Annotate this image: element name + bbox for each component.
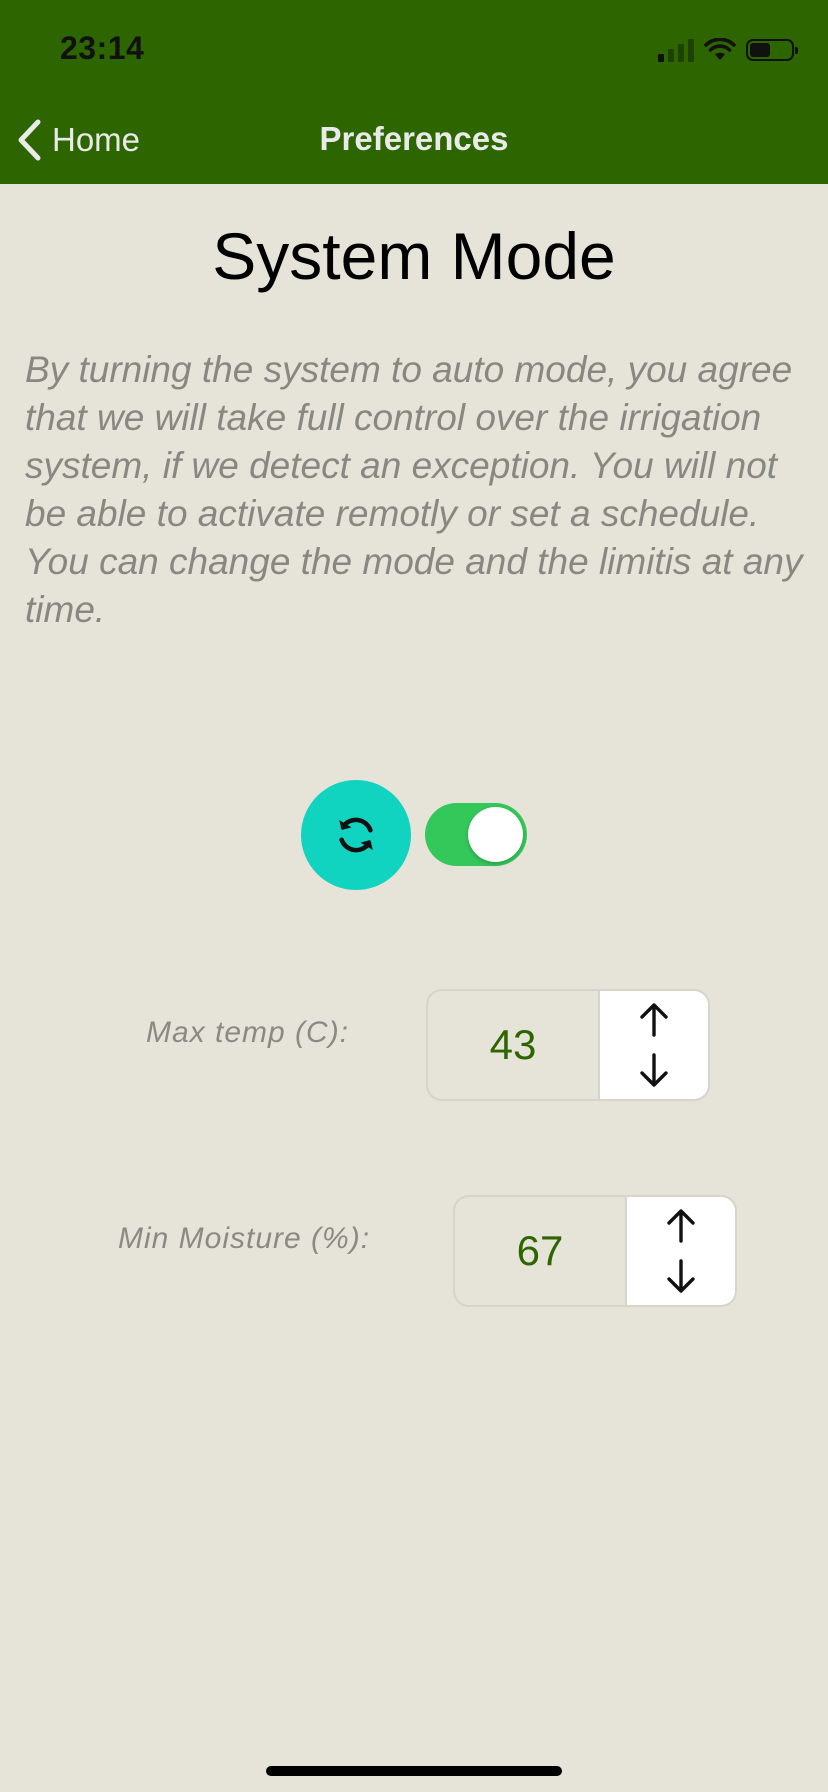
max-temp-label: Max temp (C):	[146, 1016, 350, 1049]
max-temp-increment-button[interactable]	[624, 998, 684, 1042]
min-moisture-value[interactable]: 67	[455, 1197, 627, 1305]
max-temp-value[interactable]: 43	[428, 991, 600, 1099]
wifi-icon	[704, 38, 736, 60]
toggle-knob	[468, 807, 523, 862]
app-header: 23:14 Home Preferences	[0, 0, 828, 184]
cellular-signal-icon	[658, 38, 694, 62]
mode-description: By turning the system to auto mode, you …	[25, 349, 803, 630]
nav-title: Preferences	[319, 120, 509, 157]
page-title: System Mode	[212, 219, 616, 293]
max-temp-decrement-button[interactable]	[624, 1048, 684, 1092]
home-indicator[interactable]	[266, 1766, 562, 1776]
min-moisture-increment-button[interactable]	[651, 1204, 711, 1248]
min-moisture-arrows	[627, 1197, 735, 1305]
status-time: 23:14	[60, 30, 145, 66]
min-moisture-stepper: 67	[453, 1195, 737, 1307]
battery-level-fill	[750, 43, 770, 57]
min-moisture-decrement-button[interactable]	[651, 1254, 711, 1298]
arrow-down-icon	[667, 1259, 695, 1294]
arrow-up-icon	[640, 1002, 668, 1037]
auto-mode-toggle[interactable]	[425, 803, 527, 866]
arrow-down-icon	[640, 1053, 668, 1088]
auto-mode-button[interactable]	[301, 780, 411, 890]
min-moisture-label: Min Moisture (%):	[118, 1222, 371, 1255]
sync-icon	[339, 817, 373, 853]
arrow-up-icon	[667, 1208, 695, 1243]
battery-icon	[746, 39, 798, 61]
max-temp-arrows	[600, 991, 708, 1099]
max-temp-stepper: 43	[426, 989, 710, 1101]
status-icons	[658, 34, 798, 66]
